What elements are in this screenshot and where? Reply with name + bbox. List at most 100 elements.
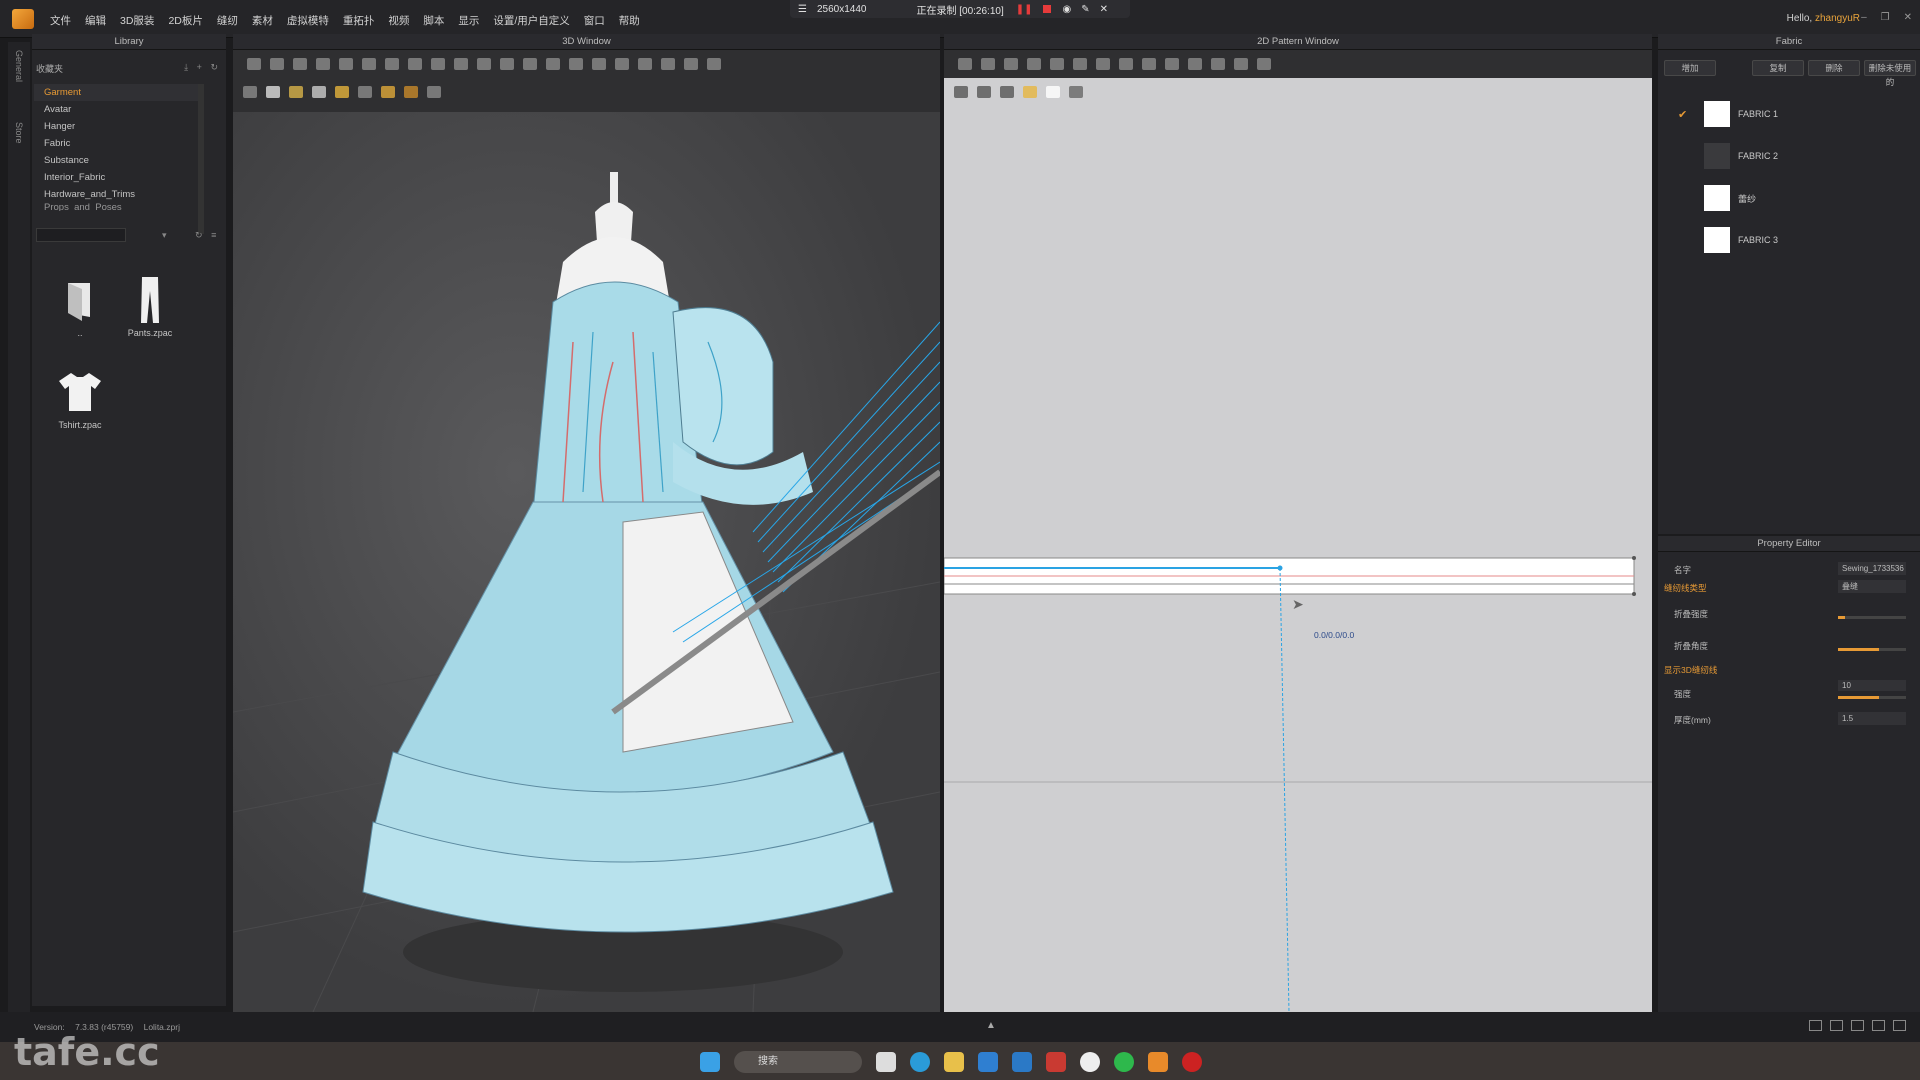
user-name[interactable]: zhangyuR	[1815, 13, 1860, 24]
sim-tool-icon[interactable]	[707, 58, 721, 70]
lift-tool-icon[interactable]	[431, 58, 445, 70]
tape-tool-icon[interactable]	[592, 58, 606, 70]
fold-angle-slider[interactable]	[1838, 648, 1906, 651]
viewport-3d[interactable]	[233, 112, 940, 1012]
maximize-icon[interactable]: ❐	[1881, 12, 1890, 23]
menu-window[interactable]: 窗口	[584, 13, 605, 28]
store-icon[interactable]	[978, 1052, 998, 1072]
chevron-down-icon[interactable]: ▾	[162, 230, 167, 240]
pleat-icon[interactable]	[1188, 58, 1202, 70]
menu-sewing[interactable]: 缝纫	[217, 13, 238, 28]
menu-file[interactable]: 文件	[50, 13, 71, 28]
internal-line-icon[interactable]	[1050, 58, 1064, 70]
fabric-color-icon[interactable]	[335, 86, 349, 98]
point-tool-icon[interactable]	[408, 58, 422, 70]
skin-icon[interactable]	[381, 86, 395, 98]
dart-icon[interactable]	[1073, 58, 1087, 70]
gather-icon[interactable]	[1211, 58, 1225, 70]
fabric-item-2[interactable]: FABRIC 2	[1678, 140, 1778, 172]
tack-tool-icon[interactable]	[362, 58, 376, 70]
sewing-type-section[interactable]: 缝纫线类型	[1664, 582, 1707, 594]
recorder-icon[interactable]	[1182, 1052, 1202, 1072]
width-field[interactable]: 10	[1838, 680, 1906, 691]
library-filter-input[interactable]	[36, 228, 126, 242]
width-slider[interactable]	[1838, 696, 1906, 699]
menu-2d-pattern[interactable]: 2D板片	[168, 13, 202, 28]
menu-help[interactable]: 帮助	[619, 13, 640, 28]
task-view-icon[interactable]	[876, 1052, 896, 1072]
sync-icon[interactable]: ↻	[195, 230, 203, 240]
background-icon[interactable]	[427, 86, 441, 98]
topstitch-tool-icon[interactable]	[661, 58, 675, 70]
menu-retopology[interactable]: 重拓扑	[343, 13, 375, 28]
avatar-icon[interactable]	[312, 86, 326, 98]
fit-tool-icon[interactable]	[684, 58, 698, 70]
delete-fabric-button[interactable]: 删除	[1808, 60, 1860, 76]
windows-start-icon[interactable]	[700, 1052, 720, 1072]
polygon-icon[interactable]	[1027, 58, 1041, 70]
seam-tool-icon[interactable]	[477, 58, 491, 70]
grading-icon[interactable]	[1257, 58, 1271, 70]
layout-single-icon[interactable]	[1809, 1020, 1822, 1031]
thumb-tshirt[interactable]: Tshirt.zpac	[50, 364, 110, 430]
fabric-item-4[interactable]: FABRIC 3	[1678, 224, 1778, 256]
menu-materials[interactable]: 素材	[252, 13, 273, 28]
refresh-icon[interactable]: ↻	[210, 62, 218, 72]
tab-general[interactable]: General	[14, 50, 24, 82]
layout-full-icon[interactable]	[1893, 1020, 1906, 1031]
measure-2d-icon[interactable]	[1234, 58, 1248, 70]
layout-grid-icon[interactable]	[1872, 1020, 1885, 1031]
curve-icon[interactable]	[1096, 58, 1110, 70]
menu-video[interactable]: 视频	[388, 13, 409, 28]
pen-tool-icon[interactable]	[454, 58, 468, 70]
tree-item-avatar[interactable]: Avatar	[34, 101, 204, 118]
pin-tool-icon[interactable]	[316, 58, 330, 70]
free-sewing-icon[interactable]	[1142, 58, 1156, 70]
tree-item-props[interactable]: Props_and_Poses	[34, 203, 204, 211]
move-tool-icon[interactable]	[270, 58, 284, 70]
button-tool-icon[interactable]	[546, 58, 560, 70]
download-icon[interactable]: ⤓	[184, 62, 188, 72]
garment-icon[interactable]	[266, 86, 280, 98]
edit-tool-icon[interactable]	[500, 58, 514, 70]
taskbar-search[interactable]: 搜索	[734, 1051, 862, 1073]
add-icon[interactable]: +	[197, 62, 202, 72]
layout-3d-icon[interactable]	[1851, 1020, 1864, 1031]
tree-item-substance[interactable]: Substance	[34, 152, 204, 169]
rectangle-icon[interactable]	[1004, 58, 1018, 70]
menu-settings[interactable]: 设置/用户自定义	[493, 13, 569, 28]
vscode-icon[interactable]	[1012, 1052, 1032, 1072]
edit-sewing-icon[interactable]	[1165, 58, 1179, 70]
transform-tool-icon[interactable]	[293, 58, 307, 70]
select-tool-icon[interactable]	[247, 58, 261, 70]
pattern-canvas[interactable]: ➤ 0.0/0.0/0.0	[944, 78, 1652, 1012]
show-3d-seam-section[interactable]: 显示3D缝纫线	[1664, 664, 1717, 676]
thickness-field[interactable]: 1.5	[1838, 712, 1906, 725]
light-icon[interactable]	[358, 86, 372, 98]
menu-edit[interactable]: 编辑	[85, 13, 106, 28]
thumb-pants[interactable]: Pants.zpac	[120, 272, 180, 338]
edit-pattern-icon[interactable]	[981, 58, 995, 70]
menu-3d-garment[interactable]: 3D服装	[120, 13, 154, 28]
close-icon[interactable]: ✕	[1100, 4, 1108, 15]
wechat-icon[interactable]	[1114, 1052, 1134, 1072]
explorer-icon[interactable]	[944, 1052, 964, 1072]
stitch-tool-icon[interactable]	[638, 58, 652, 70]
menu-display[interactable]: 显示	[458, 13, 479, 28]
collapse-icon[interactable]: ▲	[986, 1020, 996, 1031]
zipper-tool-icon[interactable]	[569, 58, 583, 70]
arrange-tool-icon[interactable]	[385, 58, 399, 70]
fabric-item-1[interactable]: ✔ FABRIC 1	[1678, 98, 1778, 130]
app-logo[interactable]	[12, 9, 34, 29]
menu-script[interactable]: 脚本	[423, 13, 444, 28]
add-fabric-button[interactable]: 增加	[1664, 60, 1716, 76]
transform-pattern-icon[interactable]	[958, 58, 972, 70]
stop-icon[interactable]	[1042, 5, 1051, 13]
trim-tool-icon[interactable]	[523, 58, 537, 70]
minimize-icon[interactable]: –	[1861, 12, 1867, 23]
tab-store[interactable]: Store	[14, 122, 24, 144]
tree-item-garment[interactable]: Garment	[34, 84, 204, 101]
tree-item-fabric[interactable]: Fabric	[34, 135, 204, 152]
surface-icon[interactable]	[404, 86, 418, 98]
texture-icon[interactable]	[289, 86, 303, 98]
